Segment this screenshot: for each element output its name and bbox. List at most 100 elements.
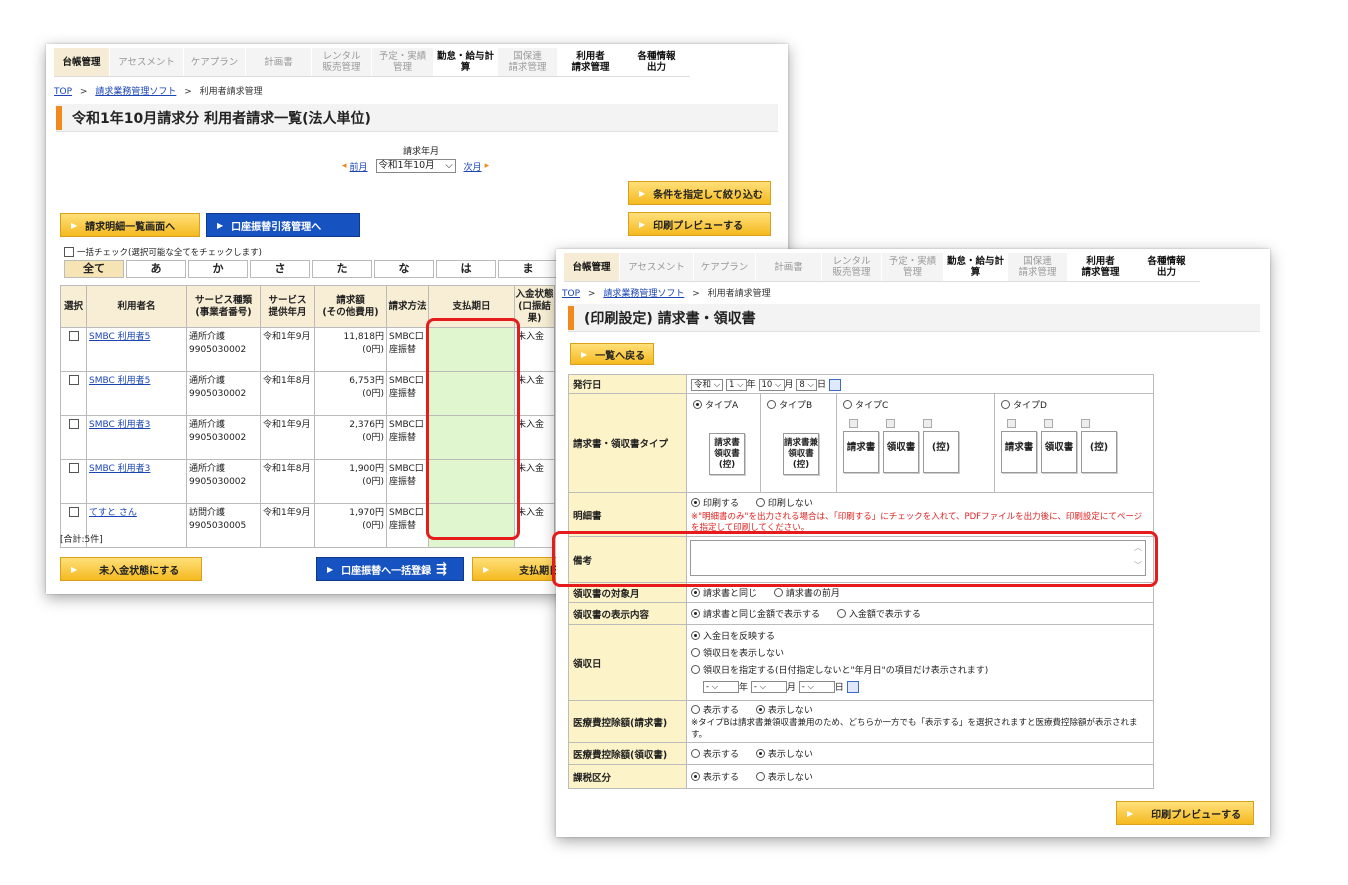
type-a-radio[interactable] (693, 400, 702, 409)
receipt-target-prev-radio[interactable] (773, 588, 783, 597)
nav-tab-ledger[interactable]: 台帳管理 (564, 253, 620, 281)
checkbox[interactable] (1044, 419, 1053, 428)
nav-tab-info-output[interactable]: 各種情報 出力 (1134, 253, 1200, 281)
receipt-display-same-radio[interactable] (691, 609, 700, 618)
checkbox[interactable] (849, 419, 858, 428)
breadcrumb-soft-link[interactable]: 請求業務管理ソフト (603, 289, 684, 299)
nav-tab-schedule[interactable]: 予定・実績 管理 (372, 48, 434, 76)
check-all-checkbox[interactable] (64, 247, 74, 257)
type-d-radio[interactable] (1001, 400, 1010, 409)
nav-tab-rental[interactable]: レンタル 販売管理 (312, 48, 372, 76)
receipt-date-reflect-radio[interactable] (691, 630, 700, 640)
medical-receipt-hide-radio[interactable] (755, 749, 765, 758)
medical-receipt-show-radio[interactable] (691, 749, 700, 758)
row-checkbox[interactable] (68, 507, 79, 517)
receipt-month-select[interactable]: - ⌵ (750, 681, 787, 693)
nav-tab-careplan[interactable]: ケアプラン (184, 48, 246, 76)
kana-tab[interactable]: さ (250, 260, 310, 278)
kana-tab[interactable]: は (436, 260, 496, 278)
type-a-option[interactable]: タイプA 請求書 領収書 (控) (687, 394, 761, 492)
nav-tab-rental[interactable]: レンタル 販売管理 (822, 253, 882, 281)
tax-hide-radio[interactable] (755, 772, 765, 781)
checkbox[interactable] (886, 419, 895, 428)
nav-tab-user-billing[interactable]: 利用者 請求管理 (558, 48, 624, 76)
detail-no-print-radio[interactable] (755, 497, 765, 507)
type-b-option[interactable]: タイプB 請求書兼 領収書 (控) (761, 394, 837, 492)
tax-row: 課税区分 表示する 表示しない (568, 764, 1154, 789)
medical-invoice-hide-radio[interactable] (755, 705, 765, 714)
method: SMBC口 (389, 376, 424, 386)
receipt-date-hide-radio[interactable] (691, 647, 700, 657)
kana-tab[interactable]: な (374, 260, 434, 278)
other-fee: (0円) (362, 345, 384, 355)
type-c-option[interactable]: タイプC 請求書 領収書 (控) (837, 394, 995, 492)
unpaid-button[interactable]: ▶ 未入金状態にする (60, 557, 202, 581)
nav-tab-plan[interactable]: 計画書 (756, 253, 822, 281)
bulk-register-button[interactable]: ▶ 口座振替へ一括登録 ⇶ (316, 557, 464, 581)
nav-tab-schedule[interactable]: 予定・実績 管理 (882, 253, 944, 281)
print-preview-button[interactable]: ▶ 印刷プレビューする (628, 212, 771, 236)
nav-tab-attendance[interactable]: 勤怠・給与計算 (434, 48, 498, 76)
row-checkbox[interactable] (68, 463, 79, 473)
receipt-target-same-radio[interactable] (691, 588, 700, 597)
doc-text: 請求書兼 (784, 438, 819, 448)
receipt-day-select[interactable]: - ⌵ (798, 681, 835, 693)
user-name-link[interactable]: てすと さん (89, 508, 137, 518)
user-name-link[interactable]: SMBC 利用者5 (89, 332, 150, 342)
breadcrumb-soft-link[interactable]: 請求業務管理ソフト (95, 87, 176, 97)
era-select[interactable]: 令和 ⌵ (691, 378, 724, 391)
kana-tab[interactable]: あ (126, 260, 186, 278)
method-detail: 座振替 (389, 389, 417, 399)
calendar-icon[interactable] (828, 378, 841, 391)
calendar-icon[interactable] (846, 681, 859, 693)
nav-tab-info-output[interactable]: 各種情報 出力 (624, 48, 690, 76)
row-checkbox[interactable] (68, 331, 79, 341)
year-select[interactable]: 1 ⌵ (726, 378, 747, 391)
receipt-date-specify-radio[interactable] (691, 664, 700, 674)
nav-tab-assessment[interactable]: アセスメント (110, 48, 184, 76)
checkbox[interactable] (1007, 419, 1016, 428)
day-select[interactable]: 8 ⌵ (796, 378, 817, 391)
detail-print-radio[interactable] (691, 497, 700, 507)
month-select[interactable]: 10 ⌵ (758, 378, 785, 391)
row-checkbox[interactable] (68, 419, 79, 429)
account-transfer-button[interactable]: ▶ 口座振替引落管理へ (206, 213, 360, 237)
tax-show-radio[interactable] (691, 772, 700, 781)
month-select[interactable]: 令和1年10月 ⌵ (375, 159, 456, 173)
next-month-link[interactable]: 次月 (464, 160, 482, 173)
type-c-radio[interactable] (843, 400, 852, 409)
prev-month-link[interactable]: 前月 (350, 160, 368, 173)
breadcrumb-top-link[interactable]: TOP (54, 87, 72, 97)
filter-button[interactable]: ▶ 条件を指定して絞り込む (628, 181, 771, 205)
row-checkbox[interactable] (68, 375, 79, 385)
kana-tab[interactable]: 全て (64, 260, 124, 278)
receipt-display-paid-radio[interactable] (836, 609, 846, 618)
kana-tab[interactable]: ま (498, 260, 558, 278)
check-all[interactable]: 一括チェック(選択可能な全てをチェックします) (64, 246, 262, 258)
checkbox[interactable] (923, 419, 932, 428)
user-name-link[interactable]: SMBC 利用者5 (89, 376, 150, 386)
nav-tab-nhi-billing[interactable]: 国保連 請求管理 (1008, 253, 1068, 281)
kana-tab[interactable]: た (312, 260, 372, 278)
breadcrumb-top-link[interactable]: TOP (562, 289, 580, 299)
kana-tab[interactable]: か (188, 260, 248, 278)
print-preview-button[interactable]: ▶ 印刷プレビューする (1116, 801, 1254, 825)
user-name-link[interactable]: SMBC 利用者3 (89, 420, 150, 430)
usage-info-button[interactable]: ▶ 請求明細一覧画面へ (60, 213, 200, 237)
nav-tab-careplan[interactable]: ケアプラン (694, 253, 756, 281)
back-to-list-button[interactable]: ▶ 一覧へ戻る (570, 343, 654, 365)
receipt-year-select[interactable]: - ⌵ (703, 681, 739, 693)
nav-tab-user-billing[interactable]: 利用者 請求管理 (1068, 253, 1134, 281)
medical-invoice-show-radio[interactable] (691, 705, 700, 714)
nav-tab-ledger[interactable]: 台帳管理 (54, 48, 110, 76)
type-b-radio[interactable] (767, 400, 776, 409)
nav-tab-attendance[interactable]: 勤怠・給与計算 (944, 253, 1008, 281)
user-name-link[interactable]: SMBC 利用者3 (89, 464, 150, 474)
nav-tab-assessment[interactable]: アセスメント (620, 253, 694, 281)
nav-tab-plan[interactable]: 計画書 (246, 48, 312, 76)
checkbox[interactable] (1081, 419, 1090, 428)
receipt-document-icon: 領収書 (883, 431, 919, 473)
nav-tab-nhi-billing[interactable]: 国保連 請求管理 (498, 48, 558, 76)
type-d-option[interactable]: タイプD 請求書 領収書 (控) (995, 394, 1153, 492)
status-cell: 未入金 (514, 415, 555, 460)
